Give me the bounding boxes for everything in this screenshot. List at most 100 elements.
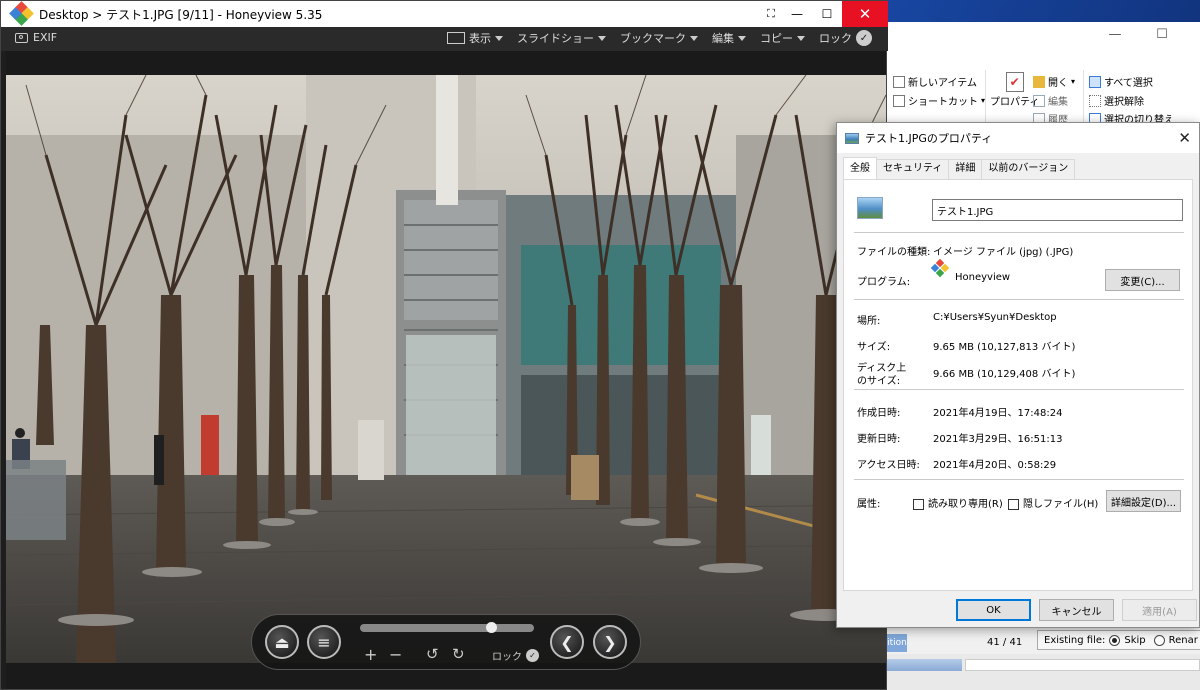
readonly-checkbox[interactable]: 読み取り専用(R) [913,495,1003,510]
select-none-icon [1089,94,1101,107]
check-circle-icon: ✓ [856,30,872,46]
filename-field[interactable]: テスト1.JPG [932,199,1183,221]
dialog-tabs: 全般 セキュリティ 詳細 以前のバージョン [843,157,1076,179]
view-menu[interactable]: 表示 [447,30,503,46]
general-tab-panel: テスト1.JPG ファイルの種類: イメージ ファイル (jpg) (.JPG)… [843,179,1193,591]
disk-size-label-line2: のサイズ: [857,376,901,387]
lock-control[interactable]: ロック ✓ [492,648,539,663]
properties-icon: ✔ [1005,72,1024,92]
tab-security[interactable]: セキュリティ [876,159,950,179]
location-value: C:¥Users¥Syun¥Desktop [933,312,1057,323]
size-label: サイズ: [857,342,891,353]
select-all-icon [1089,75,1101,88]
dialog-title: テスト1.JPGのプロパティ [865,132,993,145]
tab-general[interactable]: 全般 [843,157,877,179]
shortcut-icon [893,94,905,107]
tab-details[interactable]: 詳細 [948,159,983,179]
open-button[interactable]: 開く ▾ [1033,74,1075,89]
modified-label: 更新日時: [857,434,901,445]
fullscreen-icon[interactable]: ⛶ [760,1,782,27]
honeyview-titlebar: Desktop > テスト1.JPG [9/11] - Honeyview 5.… [1,1,888,27]
select-all-button[interactable]: すべて選択 [1089,74,1153,89]
new-item-button[interactable]: 新しいアイテム [893,74,977,89]
edit-button[interactable]: 編集 [1033,93,1068,108]
explorer-maximize-button[interactable]: ☐ [1142,22,1182,46]
honeyview-program-icon [930,258,950,278]
file-type-label: ファイルの種類: [857,247,931,258]
created-value: 2021年4月19日、17:48:24 [933,408,1063,419]
rotate-right-icon[interactable]: ↻ [452,645,465,663]
advanced-button[interactable]: 詳細設定(D)... [1106,490,1181,512]
image-file-icon [845,132,859,144]
viewer-control-bar: ⏏ ≡ + − ↺ ↻ ロック ✓ ❮ ❯ [251,614,641,670]
maximize-button[interactable]: ☐ [812,1,842,27]
zoom-out-button[interactable]: − [389,645,402,664]
select-none-button[interactable]: 選択解除 [1089,93,1144,108]
explorer-minimize-button[interactable]: — [1095,22,1135,46]
file-type-value: イメージ ファイル (jpg) (.JPG) [933,247,1074,258]
honeyview-window: Desktop > テスト1.JPG [9/11] - Honeyview 5.… [0,0,888,690]
open-icon [1033,75,1045,88]
location-label: 場所: [857,316,881,327]
new-item-icon [893,75,905,88]
accessed-label: アクセス日時: [857,460,920,471]
edit-menu[interactable]: 編集 [712,30,746,46]
rotate-left-icon[interactable]: ↺ [426,645,439,663]
edit-icon [1033,94,1045,107]
menu-button[interactable]: ≡ [307,625,341,659]
skip-radio[interactable] [1109,634,1121,646]
existing-file-group: Existing file: Skip Renar [1037,630,1200,650]
explorer-titlebar: — ☐ [887,22,1200,46]
minimize-button[interactable]: — [782,1,812,27]
zoom-in-button[interactable]: + [364,645,377,664]
copy-status-bar: ition 41 / 41 Existing file: Skip Renar [887,626,1200,654]
photo-viewer-image[interactable] [6,75,886,663]
dialog-close-button[interactable]: ✕ [1178,129,1191,147]
slideshow-menu[interactable]: スライドショー [517,30,606,46]
next-button[interactable]: ❯ [593,625,627,659]
cancel-button[interactable]: キャンセル [1039,599,1114,621]
file-properties-dialog: テスト1.JPGのプロパティ ✕ 全般 セキュリティ 詳細 以前のバージョン テ… [836,122,1200,628]
ok-button[interactable]: OK [956,599,1031,621]
bookmark-menu[interactable]: ブックマーク [620,30,698,46]
eject-button[interactable]: ⏏ [265,625,299,659]
view-icon [447,32,465,44]
tab-previous-versions[interactable]: 以前のバージョン [981,159,1076,179]
lock-check-icon: ✓ [526,649,539,662]
close-button[interactable]: ✕ [842,1,888,27]
file-counter: 41 / 41 [987,637,1023,648]
hidden-checkbox-box[interactable] [1008,498,1019,510]
hamburger-icon: ≡ [317,632,331,652]
copy-progress-area [887,654,1200,690]
dialog-titlebar: テスト1.JPGのプロパティ ✕ [837,123,1199,153]
position-slider[interactable] [360,622,534,633]
created-label: 作成日時: [857,408,901,419]
apply-button[interactable]: 適用(A) [1122,599,1197,621]
action-button[interactable]: ition [887,634,907,652]
attributes-label: 属性: [857,499,881,510]
explorer-ribbon: 新しいアイテム ショートカット ▾ ✔ プロパティ 開く ▾ 編集 履歴 すべて選択 [887,66,1200,126]
exif-button[interactable]: EXIF [15,31,57,44]
hidden-checkbox[interactable]: 隠しファイル(H) [1008,495,1098,510]
photo-trees-plaza [6,75,886,663]
disk-size-value: 9.66 MB (10,129,408 バイト) [933,369,1076,380]
file-thumbnail-icon [857,197,883,219]
camera-icon [15,32,28,43]
slider-knob[interactable] [485,622,497,633]
copy-menu[interactable]: コピー [760,30,805,46]
window-title: Desktop > テスト1.JPG [9/11] - Honeyview 5.… [39,7,323,22]
readonly-checkbox-box[interactable] [913,498,924,510]
shortcut-button[interactable]: ショートカット ▾ [893,93,985,108]
accessed-value: 2021年4月20日、0:58:29 [933,460,1057,471]
program-value: Honeyview [955,272,1011,283]
properties-button[interactable]: ✔ プロパティ [990,72,1039,108]
previous-button[interactable]: ❮ [550,625,584,659]
eject-icon: ⏏ [274,632,290,652]
lock-toggle[interactable]: ロック ✓ [819,30,872,46]
change-program-button[interactable]: 変更(C)... [1105,269,1180,291]
progress-bar-track [965,659,1200,671]
honeyview-logo-icon [9,1,34,26]
size-value: 9.65 MB (10,127,813 バイト) [933,342,1076,353]
rename-radio[interactable] [1153,634,1165,646]
honeyview-toolbar: EXIF 表示 スライドショー ブックマーク 編集 コピー ロック ✓ [1,27,888,51]
